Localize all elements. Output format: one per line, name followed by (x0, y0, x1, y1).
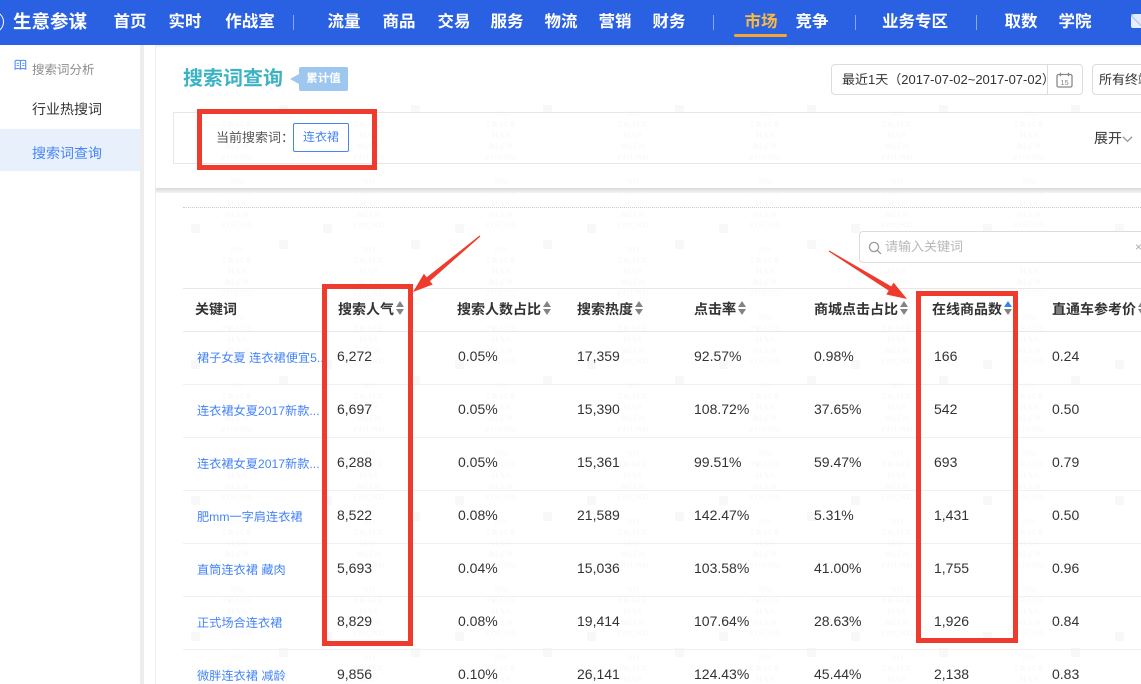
svg-text:15: 15 (1060, 78, 1068, 87)
